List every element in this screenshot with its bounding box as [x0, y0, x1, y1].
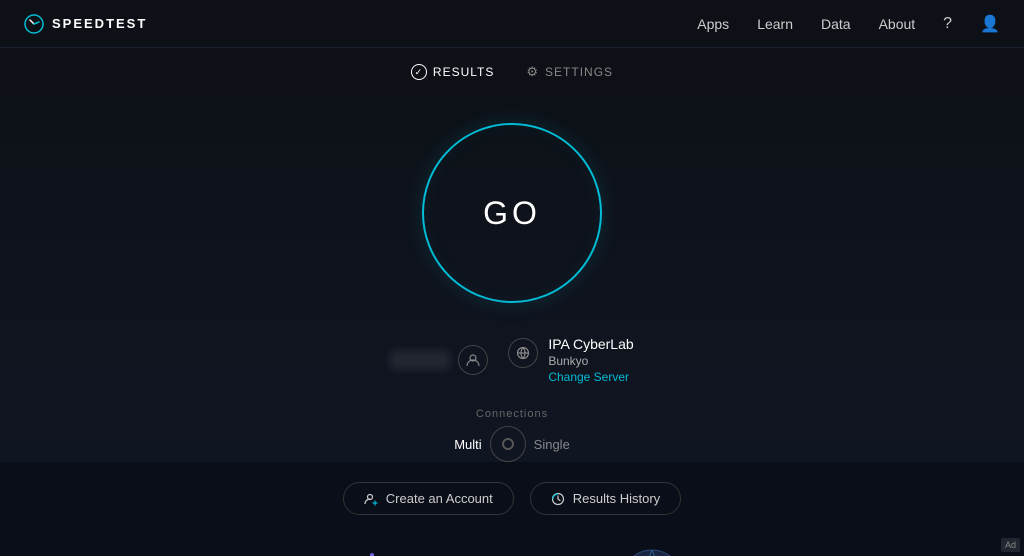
single-label: Single	[534, 437, 570, 452]
connection-toggle: Multi Single	[454, 426, 570, 462]
feature-cards	[337, 535, 687, 556]
ad-badge: Ad	[1001, 538, 1020, 552]
person-plus-icon	[364, 492, 378, 506]
toggle-inner	[502, 438, 514, 450]
history-icon	[551, 492, 565, 506]
nav-link-about[interactable]: About	[879, 16, 916, 32]
go-button[interactable]: GO	[422, 123, 602, 303]
bottom-section: Create an Account Results History	[0, 462, 1024, 556]
logo-text: SPEEDTEST	[52, 16, 147, 31]
isp-block	[390, 345, 488, 375]
navbar: SPEEDTEST Apps Learn Data About ? 👤	[0, 0, 1024, 48]
globe-feature-icon	[607, 535, 687, 556]
tab-settings[interactable]: ⚙ SETTINGS	[526, 64, 613, 80]
results-check-icon: ✓	[411, 64, 427, 80]
user-circle-icon	[458, 345, 488, 375]
cube-icon	[337, 545, 407, 556]
results-history-button[interactable]: Results History	[530, 482, 681, 515]
wifi-router-icon	[467, 545, 547, 556]
help-icon[interactable]: ?	[943, 15, 952, 33]
server-name: IPA CyberLab	[548, 336, 633, 352]
nav-link-data[interactable]: Data	[821, 16, 851, 32]
server-info: IPA CyberLab Bunkyo Change Server	[390, 336, 633, 384]
server-block: IPA CyberLab Bunkyo Change Server	[508, 336, 633, 384]
speedtest-logo-icon	[24, 14, 44, 34]
create-account-button[interactable]: Create an Account	[343, 482, 514, 515]
isp-logo-placeholder	[390, 350, 450, 370]
user-icon[interactable]: 👤	[980, 14, 1000, 34]
nav-links: Apps Learn Data About ? 👤	[697, 14, 1000, 34]
tabs-row: ✓ RESULTS ⚙ SETTINGS	[0, 48, 1024, 88]
connections-row: Connections Multi Single	[454, 408, 570, 462]
go-button-wrapper: GO	[417, 118, 607, 308]
nav-link-apps[interactable]: Apps	[697, 16, 729, 32]
action-buttons: Create an Account Results History	[343, 482, 681, 515]
go-label: GO	[483, 195, 541, 232]
page-wrapper: SPEEDTEST Apps Learn Data About ? 👤 ✓ RE…	[0, 0, 1024, 556]
connections-label: Connections	[476, 408, 548, 420]
change-server-button[interactable]: Change Server	[548, 370, 633, 384]
main-content: GO	[0, 88, 1024, 462]
gear-icon: ⚙	[526, 64, 539, 80]
multi-label: Multi	[454, 437, 481, 452]
nav-link-learn[interactable]: Learn	[757, 16, 793, 32]
toggle-switch[interactable]	[490, 426, 526, 462]
server-details: IPA CyberLab Bunkyo Change Server	[548, 336, 633, 384]
server-location: Bunkyo	[548, 354, 633, 368]
logo-area: SPEEDTEST	[24, 14, 147, 34]
globe-icon	[508, 338, 538, 368]
tab-results[interactable]: ✓ RESULTS	[411, 64, 494, 80]
